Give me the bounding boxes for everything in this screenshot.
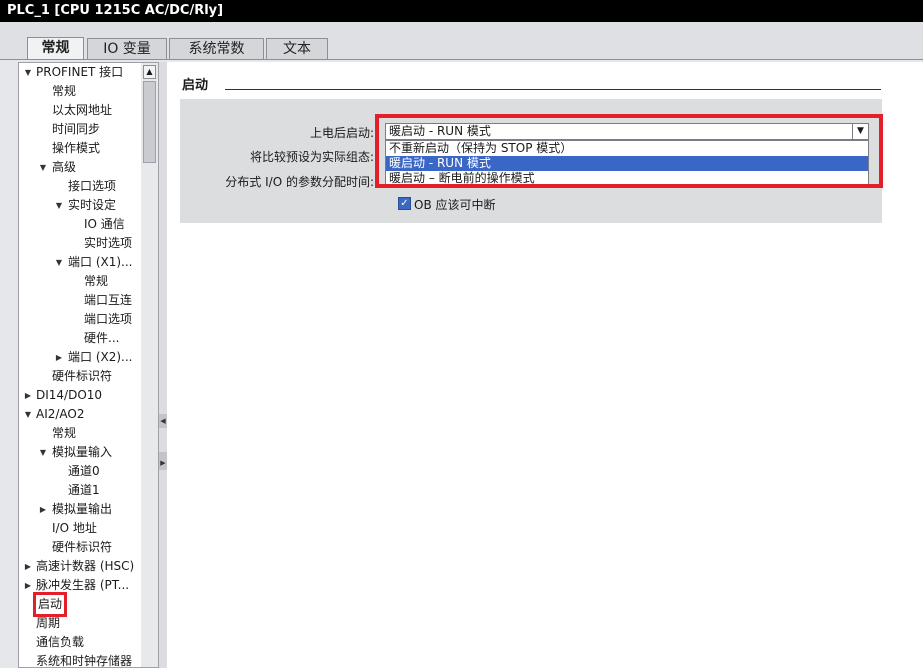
nav-item[interactable]: 硬件标识符: [19, 367, 158, 386]
nav-item[interactable]: IO 通信: [19, 215, 158, 234]
compare-label: 将比较预设为实际组态:: [249, 150, 374, 164]
expand-right-icon[interactable]: ▶: [159, 456, 167, 470]
nav-item[interactable]: 时间同步: [19, 120, 158, 139]
scroll-thumb[interactable]: [143, 81, 156, 163]
checkmark-icon: ✓: [400, 198, 409, 209]
tab-general[interactable]: 常规: [27, 37, 84, 60]
nav-item-label: 常规: [52, 84, 77, 98]
nav-item-label: AI2/AO2: [36, 407, 85, 421]
nav-item[interactable]: ▼ 实时设定: [19, 196, 158, 215]
nav-item-label: 系统和时钟存储器: [36, 654, 133, 668]
nav-item-label: 以太网地址: [52, 103, 113, 117]
nav-item[interactable]: 通道0: [19, 462, 158, 481]
nav-item-label: 周期: [36, 616, 61, 630]
nav-item[interactable]: 操作模式: [19, 139, 158, 158]
section-rule: [225, 89, 881, 90]
nav-item-label: 接口选项: [68, 179, 117, 193]
param-time-label: 分布式 I/O 的参数分配时间:: [225, 175, 374, 189]
nav-item[interactable]: 通道1: [19, 481, 158, 500]
highlight-box-dropdown: [375, 114, 883, 188]
nav-item-label: 通信负载: [36, 635, 85, 649]
nav-item[interactable]: ▼ 端口 (X1)...: [19, 253, 158, 272]
nav-item[interactable]: 通信负载: [19, 633, 158, 652]
nav-item-label: 端口 (X2)...: [68, 350, 133, 364]
triangle-right-icon[interactable]: ▶: [54, 348, 64, 367]
window-title: PLC_1 [CPU 1215C AC/DC/Rly]: [0, 0, 923, 22]
ob-interrupt-label: OB 应该可中断: [414, 198, 496, 212]
nav-item-label: I/O 地址: [52, 521, 97, 535]
nav-item-label: 实时设定: [68, 198, 117, 212]
nav-item[interactable]: ▶ 模拟量输出: [19, 500, 158, 519]
nav-item-label: 端口互连: [84, 293, 133, 307]
nav-item-label: 硬件...: [84, 331, 120, 345]
nav-item[interactable]: ▼ 模拟量输入: [19, 443, 158, 462]
nav-item-label: 硬件标识符: [52, 540, 113, 554]
nav-item-label: 模拟量输入: [52, 445, 113, 459]
nav-item-label: 高速计数器 (HSC): [36, 559, 135, 573]
tab-io-tags[interactable]: IO 变量: [87, 38, 167, 60]
scroll-up-icon[interactable]: ▲: [143, 65, 156, 79]
panel-splitter[interactable]: ◀ ≡ ▶: [159, 62, 167, 668]
nav-item[interactable]: 常规: [19, 272, 158, 291]
nav-item-label: 启动: [32, 592, 68, 617]
collapse-left-icon[interactable]: ◀: [159, 414, 167, 428]
tab-strip: 常规 IO 变量 系统常数 文本: [0, 22, 923, 60]
triangle-right-icon[interactable]: ▶: [38, 500, 48, 519]
nav-item-label: 模拟量输出: [52, 502, 113, 516]
nav-item[interactable]: ▼ 高级: [19, 158, 158, 177]
nav-item[interactable]: 以太网地址: [19, 101, 158, 120]
nav-item-label: 硬件标识符: [52, 369, 113, 383]
tab-system-constants[interactable]: 系统常数: [169, 38, 264, 60]
nav-item-label: PROFINET 接口: [36, 65, 124, 79]
triangle-right-icon[interactable]: ▶: [23, 557, 33, 576]
nav-item-label: 通道1: [68, 483, 100, 497]
nav-item[interactable]: 硬件标识符: [19, 538, 158, 557]
nav-item[interactable]: 端口互连: [19, 291, 158, 310]
nav-item[interactable]: 周期: [19, 614, 158, 633]
nav-item[interactable]: 系统和时钟存储器: [19, 652, 158, 668]
nav-item-label: 操作模式: [52, 141, 101, 155]
nav-item[interactable]: ▶ 端口 (X2)...: [19, 348, 158, 367]
nav-item[interactable]: ▶ DI14/DO10: [19, 386, 158, 405]
nav-item-label: 常规: [52, 426, 77, 440]
nav-item[interactable]: 常规: [19, 424, 158, 443]
nav-item-startup[interactable]: 启动: [19, 592, 158, 617]
nav-item-label: IO 通信: [84, 217, 125, 231]
nav-item-label: DI14/DO10: [36, 388, 103, 402]
nav-item[interactable]: 接口选项: [19, 177, 158, 196]
nav-item[interactable]: 硬件...: [19, 329, 158, 348]
nav-item[interactable]: 端口选项: [19, 310, 158, 329]
nav-item-label: 常规: [84, 274, 109, 288]
nav-item[interactable]: ▶ 脉冲发生器 (PT...: [19, 576, 158, 595]
triangle-down-icon[interactable]: ▼: [38, 158, 48, 177]
triangle-down-icon[interactable]: ▼: [38, 443, 48, 462]
nav-item-label: 时间同步: [52, 122, 101, 136]
nav-item-label: 端口选项: [84, 312, 133, 326]
section-title: 启动: [182, 78, 209, 93]
navigation-tree: ▼ PROFINET 接口 常规 以太网地址 时间同步 操作模式 ▼ 高级 接口选项 ▼ 实时设定 I…: [18, 62, 159, 668]
nav-item[interactable]: 实时选项: [19, 234, 158, 253]
triangle-down-icon[interactable]: ▼: [54, 196, 64, 215]
ob-interrupt-checkbox[interactable]: ✓: [398, 197, 411, 210]
nav-item-label: 高级: [52, 160, 77, 174]
nav-item-label: 通道0: [68, 464, 100, 478]
nav-item-label: 端口 (X1)...: [68, 255, 133, 269]
tab-divider: [0, 59, 923, 60]
triangle-down-icon[interactable]: ▼: [23, 63, 33, 82]
nav-item[interactable]: ▼ AI2/AO2: [19, 405, 158, 424]
startup-label: 上电后启动:: [309, 126, 374, 140]
triangle-down-icon[interactable]: ▼: [23, 405, 33, 424]
nav-item[interactable]: 常规: [19, 82, 158, 101]
nav-scrollbar[interactable]: ▲: [141, 62, 159, 668]
tab-texts[interactable]: 文本: [266, 38, 328, 60]
triangle-right-icon[interactable]: ▶: [23, 576, 33, 595]
nav-item-label: 脉冲发生器 (PT...: [36, 578, 130, 592]
triangle-down-icon[interactable]: ▼: [54, 253, 64, 272]
nav-item-label: 实时选项: [84, 236, 133, 250]
nav-item[interactable]: I/O 地址: [19, 519, 158, 538]
nav-item[interactable]: ▼ PROFINET 接口: [19, 63, 158, 82]
nav-item[interactable]: ▶ 高速计数器 (HSC): [19, 557, 158, 576]
triangle-right-icon[interactable]: ▶: [23, 386, 33, 405]
